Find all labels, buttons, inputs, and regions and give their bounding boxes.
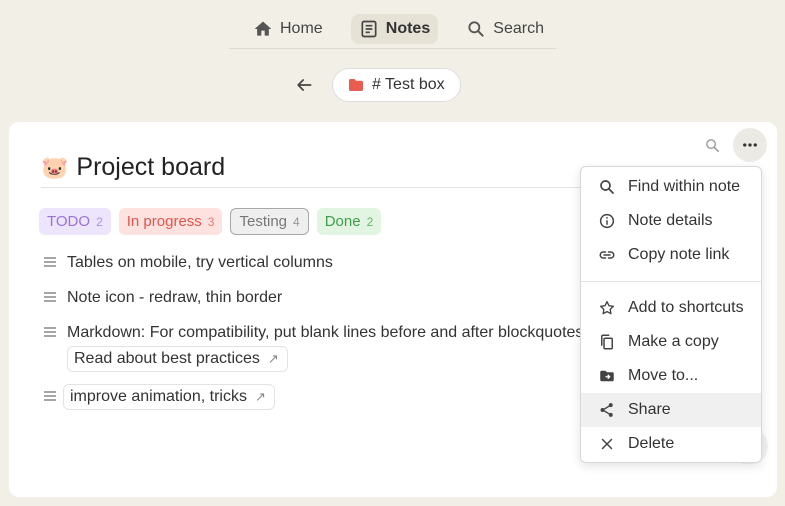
more-button[interactable]: [733, 128, 767, 162]
note-title-row: 🐷 Project board: [41, 152, 601, 188]
copy-icon: [601, 334, 613, 350]
drag-handle-icon[interactable]: [43, 252, 57, 272]
tag-label: Testing: [239, 213, 288, 230]
menu-item-copy-link[interactable]: Copy note link: [581, 238, 761, 272]
breadcrumb: # Test box: [290, 68, 461, 102]
task-text[interactable]: Note icon - redraw, thin border: [67, 287, 282, 308]
search-icon: [600, 180, 614, 194]
menu-item-shortcuts[interactable]: Add to shortcuts: [581, 291, 761, 325]
folder-move-icon: [600, 370, 614, 382]
external-link-icon: ↗: [254, 389, 266, 404]
note-icon: [361, 20, 377, 38]
tag-count: 2: [366, 214, 374, 229]
tag-label: In progress: [126, 213, 202, 230]
menu-item-share[interactable]: Share: [581, 393, 761, 427]
folder-icon: [349, 79, 363, 91]
menu-item-label: Move to...: [628, 367, 699, 384]
close-icon: [601, 438, 613, 450]
tag-testing[interactable]: Testing 4: [230, 208, 309, 235]
task-text[interactable]: Markdown: For compatibility, put blank l…: [67, 322, 583, 343]
tag-count: 4: [293, 214, 300, 229]
list-item: Tables on mobile, try vertical columns: [43, 252, 603, 273]
list-item: Note icon - redraw, thin border: [43, 287, 603, 308]
nav-search[interactable]: Search: [458, 14, 552, 44]
menu-item-label: Find within note: [628, 178, 741, 195]
nav-home-label: Home: [280, 20, 323, 37]
drag-handle-icon[interactable]: [43, 386, 57, 406]
box-chip[interactable]: # Test box: [332, 68, 461, 102]
tag-count: 3: [207, 214, 215, 229]
tag-count: 2: [96, 214, 103, 229]
card-toolbar: [701, 128, 767, 162]
link-label: Read about best practices: [74, 350, 260, 367]
menu-divider: [581, 281, 761, 282]
back-button[interactable]: [290, 71, 318, 99]
tag-done[interactable]: Done 2: [316, 208, 382, 235]
external-link-icon: ↗: [267, 351, 279, 366]
menu-item-delete[interactable]: Delete: [581, 427, 761, 461]
nav-search-label: Search: [493, 20, 544, 37]
arrow-left-icon: [297, 79, 312, 91]
menu-item-find[interactable]: Find within note: [581, 170, 761, 204]
menu-item-label: Share: [628, 401, 671, 418]
box-label: # Test box: [372, 76, 445, 93]
note-emoji[interactable]: 🐷: [41, 155, 68, 181]
menu-item-make-copy[interactable]: Make a copy: [581, 325, 761, 359]
top-nav: Home Notes Search: [229, 10, 556, 49]
search-icon: [468, 21, 484, 37]
page-title[interactable]: Project board: [76, 153, 225, 182]
link-icon: [599, 251, 615, 259]
more-horizontal-icon: [743, 143, 757, 147]
menu-item-move[interactable]: Move to...: [581, 359, 761, 393]
menu-item-details[interactable]: Note details: [581, 204, 761, 238]
tag-label: Done: [324, 213, 361, 230]
menu-item-label: Copy note link: [628, 246, 730, 263]
drag-handle-icon[interactable]: [43, 287, 57, 307]
link-chip[interactable]: improve animation, tricks ↗: [63, 384, 275, 410]
search-icon: [705, 138, 719, 152]
menu-item-label: Delete: [628, 435, 675, 452]
nav-home[interactable]: Home: [245, 14, 331, 44]
tag-in-progress[interactable]: In progress 3: [118, 208, 223, 235]
menu-item-label: Add to shortcuts: [628, 299, 744, 316]
list-item: Markdown: For compatibility, put blank l…: [43, 322, 603, 372]
task-text[interactable]: Tables on mobile, try vertical columns: [67, 252, 333, 273]
home-icon: [254, 21, 272, 36]
drag-handle-icon[interactable]: [43, 322, 57, 342]
link-chip[interactable]: Read about best practices ↗: [67, 346, 288, 372]
task-list: Tables on mobile, try vertical columns N…: [43, 252, 603, 424]
link-label: improve animation, tricks: [70, 388, 247, 405]
note-options-menu: Find within note Note details Copy note …: [580, 166, 762, 463]
tag-todo[interactable]: TODO 2: [39, 208, 111, 235]
star-icon: [599, 300, 615, 315]
status-tags: TODO 2 In progress 3 Testing 4 Done 2: [39, 208, 382, 235]
nav-notes-label: Notes: [385, 20, 431, 37]
share-icon: [600, 403, 613, 417]
list-item: improve animation, tricks ↗: [43, 384, 603, 410]
note-search-button[interactable]: [701, 134, 723, 156]
menu-item-label: Note details: [628, 212, 713, 229]
tag-label: TODO: [47, 213, 91, 230]
nav-notes[interactable]: Notes: [350, 14, 439, 44]
info-icon: [599, 213, 615, 229]
menu-item-label: Make a copy: [628, 333, 719, 350]
